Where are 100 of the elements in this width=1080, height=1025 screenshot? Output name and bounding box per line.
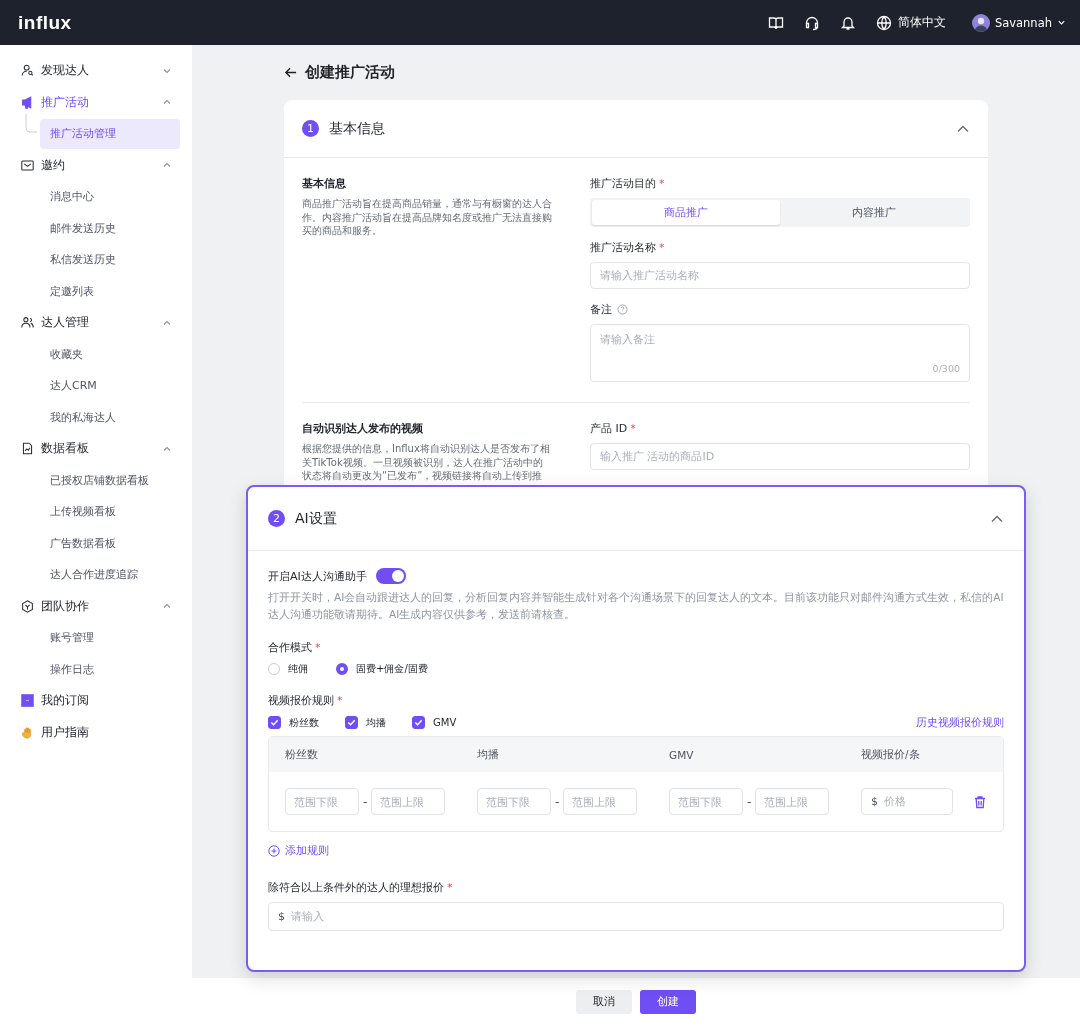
card-title: 基本信息 [329,119,386,138]
sidebar-item[interactable]: 团队协作 [0,590,192,622]
chart-document-icon [21,442,34,456]
sidebar-item[interactable]: 用户指南 [0,716,192,748]
required-mark: * [447,880,453,894]
segment-option[interactable]: 内容推广 [780,200,968,225]
text-input[interactable]: 请输入推广活动名称 [590,262,970,289]
checkbox[interactable] [412,716,425,729]
range-separator: - [363,794,368,809]
sidebar-subitem[interactable]: 上传视频看板 [40,496,180,527]
globe-icon [875,14,892,31]
required-mark: * [659,177,665,190]
required-mark: * [315,641,321,654]
sidebar-subitem[interactable]: 我的私海达人 [40,402,180,433]
column-header: 粉丝数 [285,747,319,762]
sidebar-item[interactable]: 达人管理 [0,307,192,339]
sidebar-item[interactable]: 发现达人 [0,55,192,87]
section-description: 商品推广活动旨在提高商品销量，通常与有橱窗的达人合作。内容推广活动旨在提高品牌知名度或推广无法直接购买的商品和服务。 [302,197,552,238]
bell-icon[interactable] [839,14,856,31]
field-label: 备注 [590,302,612,317]
delete-icon[interactable] [973,794,987,809]
envelope-icon [21,158,34,172]
sidebar-subitem[interactable]: 账号管理 [40,622,180,653]
language-selector[interactable]: 简体中文 [875,14,946,31]
sidebar-item[interactable]: 数据看板 [0,433,192,465]
user-menu[interactable]: Savannah [971,13,1066,32]
radio-label: 纯佣 [288,662,308,676]
book-icon[interactable] [767,14,784,31]
checkbox[interactable] [268,716,281,729]
toggle-switch[interactable] [375,568,406,584]
radio-button[interactable] [336,663,348,675]
column-header: 视频报价/条 [861,747,921,762]
sidebar-subitem[interactable]: 私信发送历史 [40,244,180,275]
field-label: 除符合以上条件外的达人的理想报价 [268,879,444,895]
sidebar-subitem[interactable]: 邮件发送历史 [40,213,180,244]
cancel-button[interactable]: 取消 [576,989,632,1014]
checkbox-label: 粉丝数 [289,715,319,730]
sidebar-subitem[interactable]: 推广活动管理 [40,118,180,149]
add-rule-button[interactable]: 添加规则 [268,843,329,858]
checkbox[interactable] [345,716,358,729]
sidebar-subitem[interactable]: 已授权店铺数据看板 [40,465,180,496]
placeholder-text: 请输入备注 [600,332,656,347]
required-mark: * [659,241,665,254]
headset-icon[interactable] [803,14,820,31]
checkbox-label: 均播 [366,715,386,730]
section-description: 根据您提供的信息，Influx将自动识别达人是否发布了相关TikTok视频。一旦视频被识别，达人在推广活动中的状态将自动更改为“已发布”，视频链接将自动上传到推 [302,442,551,483]
person-search-icon [21,64,34,78]
sidebar-subitem[interactable]: 达人合作进度追踪 [40,559,180,590]
range-min-input[interactable]: 范围下限 [285,788,359,815]
megaphone-icon [21,95,34,109]
field-label: 视频报价规则 [268,693,334,708]
field-label: 产品 ID [590,421,628,436]
price-input[interactable]: $ 价格 [861,788,953,815]
field-label: 推广活动目的 [590,176,656,191]
field-label: 推广活动名称 [590,240,656,255]
sidebar-subitem[interactable]: 定邀列表 [40,276,180,307]
sidebar-subitem[interactable]: 消息中心 [40,181,180,212]
hexagon-icon [21,599,34,613]
column-header: GMV [669,748,695,761]
section-title: 自动识别达人发布的视频 [302,421,424,436]
range-min-input[interactable]: 范围下限 [477,788,551,815]
checkbox-label: GMV [433,717,457,728]
sidebar-item[interactable]: 推广活动 [0,86,192,118]
segment-option[interactable]: 商品推广 [592,200,780,225]
step-number: 1 [302,120,319,137]
sidebar-subitem[interactable]: 广告数据看板 [40,528,180,559]
sidebar-subitem[interactable]: 达人CRM [40,370,180,401]
step-number: 2 [268,510,285,527]
chevron-down-icon [1057,18,1066,27]
waving-hand-icon [21,725,34,739]
history-rules-link[interactable]: 历史视频报价规则 [916,715,1004,730]
sidebar-item[interactable]: 邀约 [0,149,192,181]
avatar-icon [971,13,990,32]
card-title: AI设置 [295,509,338,528]
sidebar-subitem[interactable]: 操作日志 [40,654,180,685]
plus-circle-icon [268,844,280,857]
range-separator: - [747,794,752,809]
required-mark: * [337,694,343,707]
back-arrow-icon[interactable] [284,66,297,79]
section-title: 基本信息 [302,176,347,191]
range-max-input[interactable]: 范围上限 [371,788,446,815]
range-min-input[interactable]: 范围下限 [669,788,743,815]
help-text: 打开开关时，AI会自动跟进达人的回复，分析回复内容并智能生成针对各个沟通场景下的回复达人的文本。目前该功能只对邮件沟通方式生效，私信的AI达人沟通功能敬请期待。AI生成内容仅供参考，发送前请核查。 [268,590,1004,622]
sidebar-item[interactable]: 我的订阅 [0,685,192,717]
radio-label: 固费+佣金/固费 [356,662,428,676]
logo[interactable]: influx [18,11,72,34]
people-icon [21,316,34,330]
toggle-label: 开启AI达人沟通助手 [268,568,367,584]
character-counter: 0/300 [932,363,960,374]
range-max-input[interactable]: 范围上限 [563,788,638,815]
page-title: 创建推广活动 [305,63,395,82]
sidebar-subitem[interactable]: 收藏夹 [40,339,180,370]
create-button[interactable]: 创建 [640,989,696,1014]
text-input[interactable]: 输入推广 活动的商品ID [590,443,970,470]
tree-connector [25,114,37,134]
ideal-price-input[interactable]: $ 请输入 [268,901,1004,931]
range-separator: - [555,794,560,809]
range-max-input[interactable]: 范围上限 [755,788,830,815]
required-mark: * [630,422,636,435]
column-header: 均播 [477,747,500,762]
